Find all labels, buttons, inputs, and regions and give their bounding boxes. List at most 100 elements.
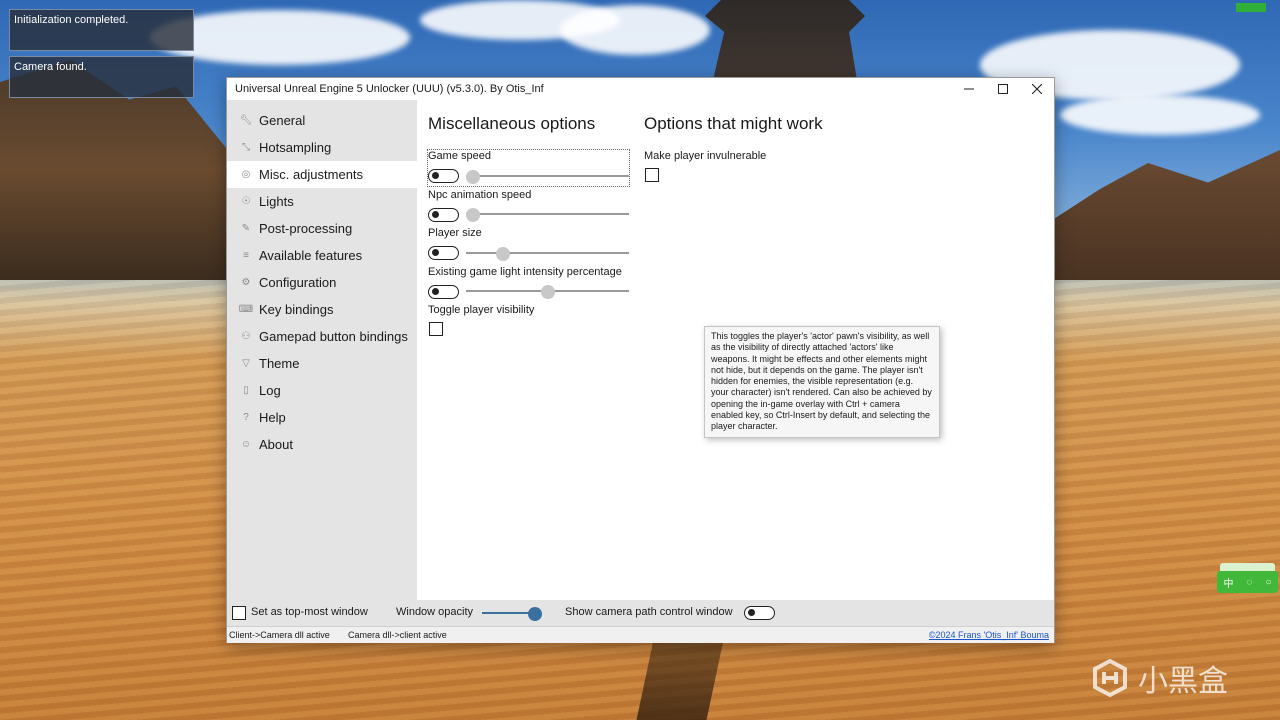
ime-toolbar[interactable]: 中 ◌ ○	[1217, 563, 1278, 593]
watermark: 小黑盒	[1090, 655, 1245, 701]
app-window: Universal Unreal Engine 5 Unlocker (UUU)…	[226, 77, 1055, 643]
title-bar[interactable]: Universal Unreal Engine 5 Unlocker (UUU)…	[227, 78, 1054, 100]
sidebar-item-about[interactable]: ☺ About	[227, 431, 417, 458]
sidebar-item-hotsampling[interactable]: ⤡ Hotsampling	[227, 134, 417, 161]
sidebar-item-label: Help	[259, 410, 286, 425]
player-size-toggle[interactable]	[428, 246, 459, 260]
npc-animation-speed-slider[interactable]	[466, 213, 629, 215]
topmost-checkbox[interactable]	[232, 606, 246, 620]
camera-path-toggle[interactable]	[744, 606, 775, 620]
invulnerable-checkbox[interactable]	[645, 168, 659, 182]
sidebar-item-misc-adjustments[interactable]: ◎ Misc. adjustments	[227, 161, 417, 188]
sidebar-item-label: Gamepad button bindings	[259, 329, 408, 344]
sidebar-item-label: General	[259, 113, 306, 128]
heybox-logo-icon	[1093, 658, 1127, 698]
opacity-slider[interactable]	[482, 612, 532, 614]
sidebar-item-label: Theme	[259, 356, 300, 371]
sidebar-item-label: Lights	[259, 194, 294, 209]
sidebar-item-label: Key bindings	[259, 302, 334, 317]
sidebar-item-label: Hotsampling	[259, 140, 332, 155]
npc-animation-speed-toggle[interactable]	[428, 208, 459, 222]
opacity-slider-thumb[interactable]	[528, 607, 542, 621]
game-speed-toggle[interactable]	[428, 169, 459, 183]
misc-adjustments-panel: Miscellaneous options Options that might…	[417, 100, 1054, 600]
player-size-label: Player size	[428, 227, 482, 239]
question-icon: ?	[243, 412, 249, 423]
ime-toolbar-tab	[1220, 563, 1275, 571]
cloud	[560, 5, 710, 55]
person-icon: ☺	[240, 439, 252, 450]
minimize-button[interactable]	[952, 78, 986, 100]
gamepad-icon: ⚇	[241, 331, 251, 342]
sidebar-item-theme[interactable]: ▽ Theme	[227, 350, 417, 377]
ime-toolbar-bar: 中 ◌ ○	[1217, 571, 1278, 593]
pagoda-tower	[705, 0, 865, 80]
sidebar-item-general[interactable]: 🔧︎ General	[227, 107, 417, 134]
window-body: 🔧︎ General ⤡ Hotsampling ◎ Misc. adjustm…	[227, 100, 1054, 600]
light-intensity-slider-thumb[interactable]	[541, 285, 555, 299]
sidebar-item-label: Configuration	[259, 275, 337, 290]
close-button[interactable]	[1020, 78, 1054, 100]
log-text: Initialization completed.	[14, 14, 129, 26]
sidebar-item-label: Log	[259, 383, 281, 398]
keyboard-icon: ⌨	[238, 304, 254, 315]
paint-bucket-icon: ▽	[242, 358, 250, 369]
resize-icon: ⤡	[242, 142, 250, 153]
sidebar-item-label: About	[259, 437, 293, 452]
globe-icon: ◎	[241, 169, 251, 180]
player-visibility-checkbox[interactable]	[429, 322, 443, 336]
player-visibility-label: Toggle player visibility	[428, 304, 535, 316]
sidebar-item-label: Misc. adjustments	[259, 167, 364, 182]
game-speed-label: Game speed	[428, 150, 491, 162]
ime-chinese-mode[interactable]: 中	[1224, 575, 1234, 590]
window-title: Universal Unreal Engine 5 Unlocker (UUU)…	[235, 83, 544, 95]
maximize-button[interactable]	[986, 78, 1020, 100]
sidebar-item-key-bindings[interactable]: ⌨ Key bindings	[227, 296, 417, 323]
opacity-label: Window opacity	[396, 606, 474, 618]
sidebar-item-label: Post-processing	[259, 221, 353, 236]
log-message: Initialization completed.	[9, 9, 194, 51]
gear-icon: ⚙	[241, 277, 251, 288]
minimize-icon	[964, 88, 974, 90]
document-icon: ▯	[243, 385, 249, 396]
game-speed-slider-thumb[interactable]	[466, 170, 480, 184]
game-speed-slider[interactable]	[466, 175, 629, 177]
camera-path-label: Show camera path control window	[565, 606, 733, 618]
sidebar-item-gamepad-button-bindings[interactable]: ⚇ Gamepad button bindings	[227, 323, 417, 350]
light-intensity-toggle[interactable]	[428, 285, 459, 299]
ime-settings-icon[interactable]: ○	[1265, 577, 1271, 588]
sidebar-item-help[interactable]: ? Help	[227, 404, 417, 431]
player-size-slider-thumb[interactable]	[496, 247, 510, 261]
lightbulb-icon: ☉	[241, 196, 251, 207]
list-icon: ≡	[243, 250, 249, 261]
fps-counter	[1236, 3, 1266, 12]
sidebar-item-available-features[interactable]: ≡ Available features	[227, 242, 417, 269]
might-work-heading: Options that might work	[644, 114, 823, 133]
bottom-control-bar: Set as top-most window Window opacity Sh…	[227, 600, 1054, 626]
sidebar-item-configuration[interactable]: ⚙ Configuration	[227, 269, 417, 296]
tooltip-text: This toggles the player's 'actor' pawn's…	[711, 331, 932, 432]
npc-animation-speed-label: Npc animation speed	[428, 189, 532, 201]
copyright-link[interactable]: ©2024 Frans 'Otis_Inf' Bouma	[929, 630, 1049, 640]
watermark-text: 小黑盒	[1138, 665, 1228, 698]
sidebar-item-log[interactable]: ▯ Log	[227, 377, 417, 404]
rock-cliff-right	[1040, 150, 1280, 280]
maximize-icon	[998, 84, 1008, 94]
close-icon	[1032, 84, 1042, 94]
cloud	[1060, 95, 1260, 135]
npc-animation-speed-slider-thumb[interactable]	[466, 208, 480, 222]
sidebar-item-lights[interactable]: ☉ Lights	[227, 188, 417, 215]
misc-options-heading: Miscellaneous options	[428, 114, 596, 133]
client-camera-status: Client->Camera dll active	[229, 630, 330, 640]
player-size-slider[interactable]	[466, 252, 629, 254]
sidebar-item-post-processing[interactable]: ✎ Post-processing	[227, 215, 417, 242]
topmost-label: Set as top-most window	[251, 606, 368, 618]
brush-icon: ✎	[241, 223, 251, 234]
camera-client-status: Camera dll->client active	[348, 630, 447, 640]
light-intensity-label: Existing game light intensity percentage	[428, 266, 622, 278]
ime-punctuation-icon[interactable]: ◌	[1247, 577, 1253, 588]
player-visibility-tooltip: This toggles the player's 'actor' pawn's…	[704, 326, 940, 438]
sidebar-item-label: Available features	[259, 248, 363, 263]
invulnerable-label: Make player invulnerable	[644, 150, 767, 162]
log-message: Camera found.	[9, 56, 194, 98]
